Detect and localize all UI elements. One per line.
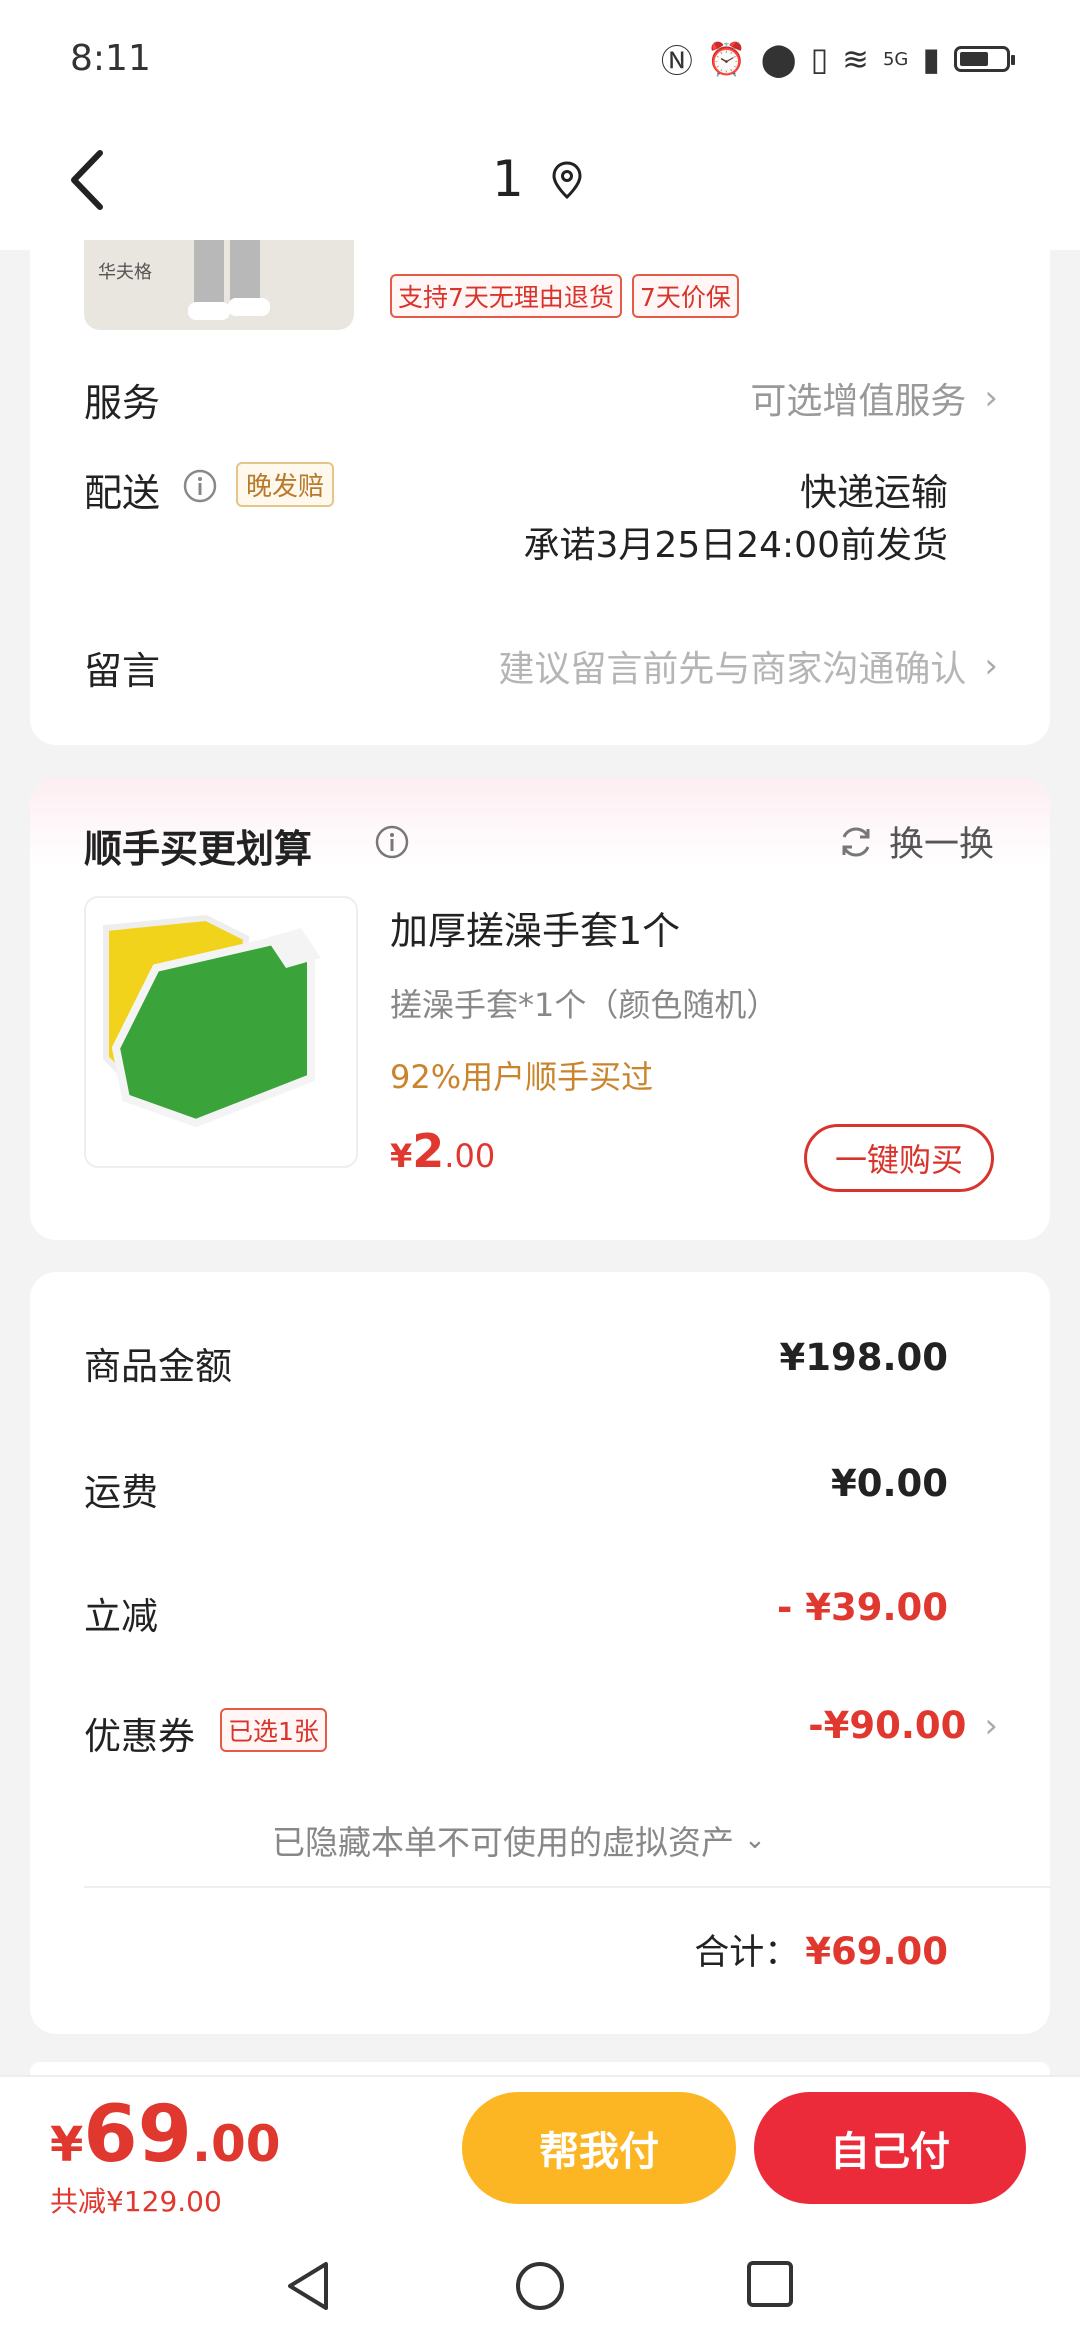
- message-row[interactable]: 建议留言前先与商家沟通确认 ›: [498, 640, 998, 692]
- upsell-social-proof: 92%用户顺手买过: [390, 1058, 654, 1096]
- total-saved: 共减¥129.00: [50, 2185, 222, 2218]
- service-row[interactable]: 可选增值服务 ›: [750, 372, 998, 424]
- price-integer: 69: [83, 2090, 192, 2180]
- chevron-right-icon: ›: [984, 646, 998, 686]
- late-compensation-badge: 晚发赔: [236, 462, 335, 507]
- upsell-item-price: ¥ 2 .00: [390, 1124, 495, 1178]
- nav-home-icon[interactable]: [512, 2258, 568, 2314]
- product-image-caption: 华夫格: [98, 262, 152, 283]
- refresh-label: 换一换: [888, 825, 994, 865]
- return-policy-tag: 支持7天无理由退货: [390, 274, 622, 318]
- goods-amount-label: 商品金额: [84, 1345, 232, 1388]
- upsell-title: 顺手买更划算: [84, 827, 313, 871]
- nfc-icon: Ⓝ: [660, 42, 693, 80]
- chevron-right-icon: ›: [984, 378, 998, 418]
- discount-value: - ¥39.00: [776, 1586, 948, 1629]
- price-symbol: ¥: [390, 1137, 413, 1175]
- pay-total-price: ¥ 69 .00: [50, 2090, 281, 2180]
- price-symbol: ¥: [50, 2117, 84, 2173]
- product-tags: 支持7天无理由退货 7天价保: [390, 274, 739, 318]
- price-protect-tag: 7天价保: [631, 274, 739, 318]
- battery-icon: [954, 46, 1015, 72]
- coupon-row[interactable]: -¥90.00 ›: [808, 1704, 998, 1747]
- delivery-promise: 承诺3月25日24:00前发货: [523, 525, 948, 566]
- message-label: 留言: [84, 649, 161, 693]
- total-row: 合计： ¥69.00: [694, 1924, 948, 1975]
- nav-recents-icon[interactable]: [744, 2258, 796, 2310]
- coupon-value: -¥90.00: [808, 1704, 967, 1747]
- chevron-right-icon: ›: [984, 1705, 998, 1746]
- delivery-method: 快递运输: [800, 471, 948, 514]
- upsell-item-image[interactable]: [84, 896, 358, 1168]
- message-placeholder: 建议留言前先与商家沟通确认: [498, 649, 967, 690]
- coupon-label: 优惠券: [84, 1715, 195, 1758]
- shipping-label: 运费: [84, 1471, 158, 1514]
- product-figure-shoe: [228, 298, 270, 316]
- location-icon: ⬤: [760, 40, 797, 78]
- info-icon[interactable]: [182, 468, 218, 504]
- total-value: ¥69.00: [805, 1930, 948, 1973]
- back-arrow-icon[interactable]: [58, 145, 118, 215]
- one-click-buy-button[interactable]: 一键购买: [804, 1124, 994, 1192]
- location-pin-icon[interactable]: [550, 160, 584, 200]
- status-icons: Ⓝ ⏰ ⬤ ▯ ≋ 5G ▮: [660, 36, 1015, 82]
- price-decimal: .00: [191, 2115, 281, 2173]
- total-label: 合计：: [694, 1933, 800, 1973]
- refresh-icon: [842, 827, 870, 856]
- hidden-assets-toggle[interactable]: 已隐藏本单不可使用的虚拟资产 ⌄: [272, 1816, 766, 1864]
- refresh-button[interactable]: 换一换: [837, 816, 994, 867]
- goods-amount-value: ¥198.00: [779, 1336, 948, 1379]
- help-me-pay-button[interactable]: 帮我付: [462, 2092, 736, 2204]
- discount-label: 立减: [84, 1595, 158, 1638]
- product-image[interactable]: 华夫格: [84, 240, 354, 330]
- vibrate-icon: ▯: [810, 40, 829, 78]
- network-label: 5G: [882, 48, 909, 70]
- price-decimal: .00: [444, 1137, 496, 1175]
- nav-back-icon[interactable]: [282, 2258, 334, 2314]
- service-value: 可选增值服务: [750, 381, 967, 422]
- product-figure-leg: [230, 240, 260, 306]
- upsell-item-spec: 搓澡手套*1个（颜色随机）: [390, 986, 779, 1024]
- status-time: 8:11: [70, 38, 151, 79]
- alarm-icon: ⏰: [706, 40, 747, 78]
- coupon-selected-badge: 已选1张: [220, 1708, 327, 1752]
- wifi-icon: ≋: [842, 40, 869, 78]
- product-figure-leg: [194, 240, 224, 310]
- signal-icon: ▮: [922, 40, 940, 78]
- info-icon[interactable]: [374, 824, 410, 860]
- page-title: 1: [492, 150, 524, 208]
- price-integer: 2: [412, 1124, 445, 1178]
- delivery-label: 配送: [84, 471, 161, 515]
- chevron-down-icon: ⌄: [744, 1825, 766, 1855]
- product-figure-shoe: [188, 302, 230, 320]
- shipping-value: ¥0.00: [830, 1462, 948, 1505]
- hidden-assets-text: 已隐藏本单不可使用的虚拟资产: [272, 1823, 734, 1862]
- pay-myself-button[interactable]: 自己付: [754, 2092, 1026, 2204]
- bath-glove-picture: [103, 914, 321, 1128]
- summary-divider: [84, 1886, 1052, 1888]
- upsell-item-name: 加厚搓澡手套1个: [390, 909, 681, 953]
- service-label: 服务: [84, 381, 161, 425]
